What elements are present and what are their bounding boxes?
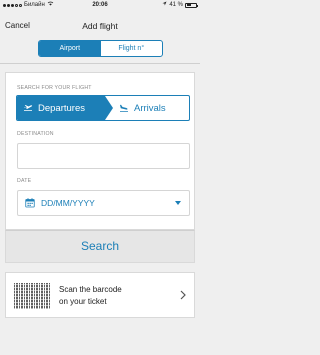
segment-airport[interactable]: Airport [39,41,101,56]
page-title: Add flight [82,21,118,31]
direction-toggle: Departures Arrivals [16,95,190,121]
scan-line-1: Scan the barcode [59,285,122,294]
destination-input[interactable] [17,143,190,169]
departure-plane-icon [24,105,33,111]
status-right: 41 % [162,0,198,10]
date-picker[interactable]: DD/MM/YYYY [17,190,190,216]
destination-label: DESTINATION [17,131,54,137]
status-bar: Билайн 20:06 41 % [0,0,200,10]
flight-search-form: SEARCH FOR YOUR FLIGHT Departures Arriva… [5,72,195,230]
date-placeholder: DD/MM/YYYY [41,198,95,208]
arrivals-tab[interactable]: Arrivals [111,96,189,120]
header-divider [0,63,200,64]
calendar-icon [25,198,35,208]
location-arrow-icon [162,0,167,10]
departures-tab[interactable]: Departures [17,96,113,120]
scan-line-2: on your ticket [59,297,107,306]
segment-flight-number[interactable]: Flight n° [101,41,163,56]
dropdown-caret-icon [175,201,181,205]
battery-icon [185,2,198,8]
date-label: DATE [17,178,32,184]
chevron-right-icon [180,290,186,300]
departures-label: Departures [38,102,85,114]
scan-barcode-text: Scan the barcode on your ticket [59,284,122,308]
search-button[interactable]: Search [5,230,195,263]
search-mode-segmented-control: Airport Flight n° [38,40,163,57]
navigation-bar: Cancel Add flight [0,14,200,36]
barcode-icon [14,283,50,309]
search-section-label: SEARCH FOR YOUR FLIGHT [17,85,92,91]
battery-percent: 41 % [169,2,183,8]
arrivals-label: Arrivals [134,102,166,114]
arrival-plane-icon [120,104,128,112]
scan-barcode-button[interactable]: Scan the barcode on your ticket [5,272,195,318]
